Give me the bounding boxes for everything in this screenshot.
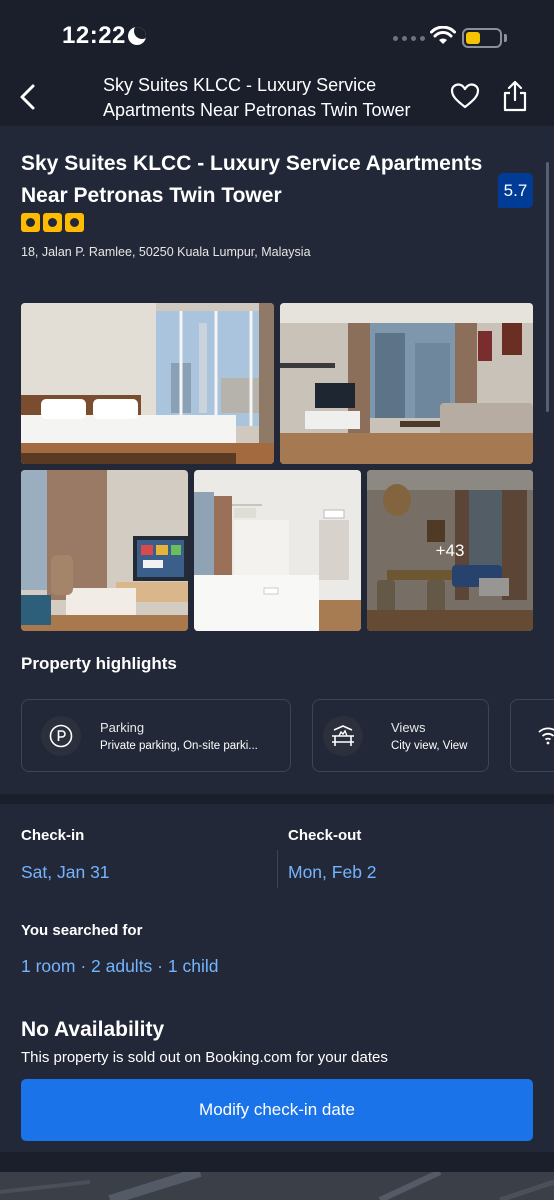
gallery-photo-tv-room[interactable] bbox=[21, 470, 188, 631]
booking-section: Check-in Sat, Jan 31 Check-out Mon, Feb … bbox=[0, 804, 554, 1152]
highlight-label: Parking bbox=[100, 720, 145, 735]
property-address: 18, Jalan P. Ramlee, 50250 Kuala Lumpur,… bbox=[21, 245, 311, 259]
signal-icon bbox=[393, 36, 425, 41]
search-summary-value[interactable]: 1 room · 2 adults · 1 child bbox=[21, 956, 218, 977]
wifi-icon bbox=[538, 727, 554, 745]
checkin-date[interactable]: Sat, Jan 31 bbox=[21, 862, 110, 883]
checkout-date[interactable]: Mon, Feb 2 bbox=[288, 862, 377, 883]
scrollbar bbox=[546, 162, 549, 412]
highlight-value: Private parking, On-site parki... bbox=[100, 740, 258, 752]
battery-icon bbox=[462, 28, 502, 48]
star-icon bbox=[43, 213, 62, 232]
checkin-label: Check-in bbox=[21, 827, 85, 844]
highlight-label: Views bbox=[391, 720, 426, 735]
more-photos-label: +43 bbox=[367, 470, 533, 631]
gallery-photo-living-room[interactable] bbox=[280, 303, 533, 464]
star-icon bbox=[21, 213, 40, 232]
gallery-photo-more[interactable]: +43 bbox=[367, 470, 533, 631]
sold-out-message: This property is sold out on Booking.com… bbox=[21, 1049, 388, 1066]
favorite-button[interactable] bbox=[450, 82, 480, 115]
parking-icon bbox=[49, 724, 73, 748]
review-score-badge[interactable]: 5.7 bbox=[498, 173, 533, 208]
status-bar: 12:22 bbox=[0, 0, 554, 68]
moon-icon bbox=[128, 27, 146, 45]
status-time: 12:22 bbox=[62, 22, 126, 49]
property-header-card: Sky Suites KLCC - Luxury Service Apartme… bbox=[0, 126, 554, 794]
search-summary-label: You searched for bbox=[21, 922, 143, 939]
nav-bar: Sky Suites KLCC - Luxury Service Apartme… bbox=[0, 68, 554, 126]
star-rating bbox=[21, 213, 84, 232]
modify-checkin-button[interactable]: Modify check-in date bbox=[21, 1079, 533, 1141]
highlights-title: Property highlights bbox=[21, 654, 177, 673]
property-title: Sky Suites KLCC - Luxury Service Apartme… bbox=[21, 152, 483, 207]
heart-icon bbox=[450, 83, 480, 109]
share-button[interactable] bbox=[502, 80, 528, 117]
gallery-photo-bedroom[interactable] bbox=[21, 303, 274, 464]
no-availability-title: No Availability bbox=[21, 1018, 165, 1041]
highlight-value: City view, View bbox=[391, 740, 468, 752]
share-icon bbox=[503, 80, 527, 112]
checkout-label: Check-out bbox=[288, 827, 362, 844]
gallery-photo-bedroom-2[interactable] bbox=[194, 470, 361, 631]
back-button[interactable] bbox=[12, 80, 42, 114]
highlight-parking[interactable]: Parking Private parking, On-site parki..… bbox=[21, 699, 291, 772]
highlight-wifi[interactable] bbox=[510, 699, 554, 772]
view-icon bbox=[332, 725, 354, 746]
nav-title: Sky Suites KLCC - Luxury Service Apartme… bbox=[103, 75, 411, 120]
wifi-status-icon bbox=[430, 26, 456, 44]
highlight-views[interactable]: Views City view, View bbox=[312, 699, 489, 772]
chevron-left-icon bbox=[20, 84, 35, 110]
map-preview[interactable] bbox=[0, 1172, 554, 1200]
star-icon bbox=[65, 213, 84, 232]
